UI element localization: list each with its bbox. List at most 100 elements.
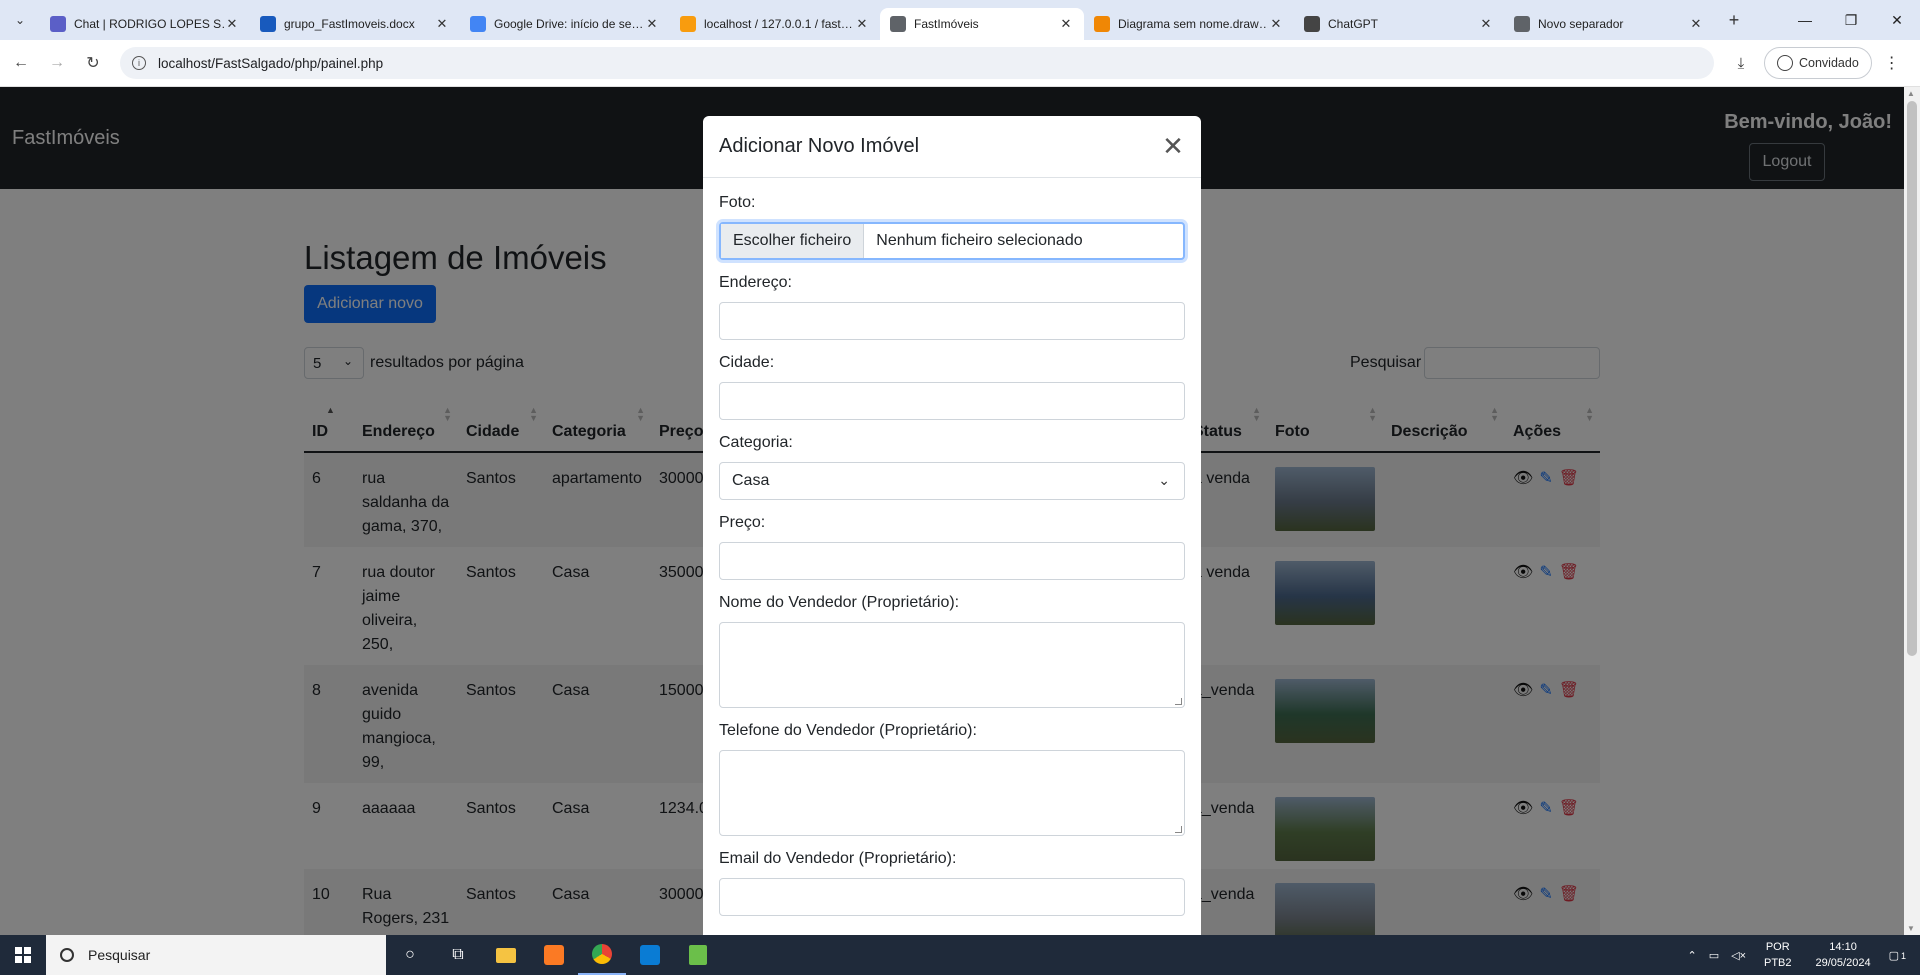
add-property-modal: Adicionar Novo Imóvel ✕ Foto: Escolher f… bbox=[703, 116, 1201, 935]
browser-tab[interactable]: FastImóveis ✕ bbox=[880, 8, 1084, 40]
categoria-select[interactable]: Casa ⌄ bbox=[719, 462, 1185, 500]
preco-group: Preço: bbox=[719, 514, 1185, 580]
drawio-icon bbox=[1094, 16, 1110, 32]
profile-icon bbox=[1777, 55, 1793, 71]
scrollbar-thumb[interactable] bbox=[1907, 101, 1917, 656]
modal-title: Adicionar Novo Imóvel bbox=[719, 135, 920, 157]
scroll-up-icon[interactable]: ▲ bbox=[1907, 89, 1915, 98]
address-bar[interactable]: i localhost/FastSalgado/php/painel.php bbox=[120, 47, 1714, 79]
browser-tab[interactable]: Novo separador ✕ bbox=[1504, 8, 1714, 40]
vendedor-email-label: Email do Vendedor (Proprietário): bbox=[719, 850, 957, 867]
minimize-icon[interactable]: — bbox=[1782, 0, 1828, 40]
categoria-value: Casa bbox=[732, 472, 770, 489]
globe-icon bbox=[890, 16, 906, 32]
profile-button[interactable]: Convidado bbox=[1764, 47, 1872, 79]
modal-header: Adicionar Novo Imóvel ✕ bbox=[703, 116, 1201, 178]
browser-toolbar: ← → ↻ i localhost/FastSalgado/php/painel… bbox=[0, 40, 1920, 87]
endereco-label: Endereço: bbox=[719, 274, 792, 291]
tab-title: grupo_FastImoveis.docx bbox=[284, 17, 415, 31]
foto-label: Foto: bbox=[719, 194, 756, 211]
vendedor-email-group: Email do Vendedor (Proprietário): bbox=[719, 850, 1185, 916]
new-tab-button[interactable]: + bbox=[1720, 6, 1748, 34]
taskbar-search[interactable]: Pesquisar bbox=[46, 935, 386, 975]
taskbar-search-placeholder: Pesquisar bbox=[88, 947, 151, 963]
tab-close-icon[interactable]: ✕ bbox=[1268, 16, 1284, 32]
site-info-icon[interactable]: i bbox=[132, 56, 146, 70]
tab-close-icon[interactable]: ✕ bbox=[224, 16, 240, 32]
vendedor-nome-textarea[interactable] bbox=[719, 622, 1185, 708]
vendedor-tel-label: Telefone do Vendedor (Proprietário): bbox=[719, 722, 977, 739]
browser-tab-strip: ⌄ Chat | RODRIGO LOPES S… ✕ grupo_FastImov… bbox=[0, 0, 1920, 40]
restore-icon[interactable]: ❐ bbox=[1828, 0, 1874, 40]
tab-close-icon[interactable]: ✕ bbox=[644, 16, 660, 32]
lang-bottom: PTB2 bbox=[1764, 957, 1792, 969]
browser-tab[interactable]: Diagrama sem nome.draw… ✕ bbox=[1084, 8, 1294, 40]
globe-icon bbox=[1514, 16, 1530, 32]
chrome-icon[interactable] bbox=[578, 935, 626, 975]
system-tray: ⌃ ▭ ◁× POR PTB2 14:10 29/05/2024 ▢ 1 bbox=[1681, 935, 1920, 975]
browser-tab[interactable]: Chat | RODRIGO LOPES S… ✕ bbox=[40, 8, 250, 40]
windows-taskbar: Pesquisar ○ ⧉ ⌃ ▭ ◁× POR PTB2 14:10 29/0… bbox=[0, 935, 1920, 975]
xampp-icon[interactable] bbox=[530, 935, 578, 975]
foto-group: Foto: Escolher ficheiro Nenhum ficheiro … bbox=[719, 194, 1185, 260]
tab-close-icon[interactable]: ✕ bbox=[1058, 16, 1074, 32]
network-icon[interactable]: ▭ bbox=[1709, 949, 1719, 962]
tab-title: localhost / 127.0.0.1 / fast… bbox=[704, 17, 853, 31]
tab-close-icon[interactable]: ✕ bbox=[1688, 16, 1704, 32]
lang-top: POR bbox=[1765, 941, 1790, 953]
search-icon bbox=[60, 948, 74, 962]
chatgpt-icon bbox=[1304, 16, 1320, 32]
tab-close-icon[interactable]: ✕ bbox=[854, 16, 870, 32]
cidade-input[interactable] bbox=[719, 382, 1185, 420]
cidade-label: Cidade: bbox=[719, 354, 775, 371]
chevron-down-icon: ⌄ bbox=[1158, 472, 1170, 488]
notification-icon[interactable]: ▢ 1 bbox=[1889, 949, 1906, 962]
scroll-down-icon[interactable]: ▼ bbox=[1907, 924, 1915, 933]
tab-close-icon[interactable]: ✕ bbox=[434, 16, 450, 32]
page-viewport: FastImóveis Bem-vindo, João! Logout List… bbox=[0, 87, 1904, 935]
word-icon bbox=[260, 16, 276, 32]
preco-input[interactable] bbox=[719, 542, 1185, 580]
page-scrollbar[interactable]: ▲ ▼ bbox=[1904, 87, 1920, 935]
file-explorer-icon[interactable] bbox=[482, 935, 530, 975]
teams-icon bbox=[50, 16, 66, 32]
back-icon[interactable]: ← bbox=[6, 48, 36, 78]
vendedor-tel-textarea[interactable] bbox=[719, 750, 1185, 836]
tab-title: Diagrama sem nome.draw… bbox=[1118, 17, 1268, 31]
modal-body: Foto: Escolher ficheiro Nenhum ficheiro … bbox=[703, 178, 1201, 935]
tab-title: Google Drive: início de se… bbox=[494, 17, 644, 31]
download-icon[interactable]: ⤓ bbox=[1726, 48, 1756, 78]
chevron-up-icon[interactable]: ⌃ bbox=[1687, 949, 1696, 962]
notepad-icon[interactable] bbox=[674, 935, 722, 975]
notification-count: 1 bbox=[1900, 950, 1906, 961]
google-icon bbox=[470, 16, 486, 32]
task-view-icon[interactable]: ⧉ bbox=[434, 935, 482, 975]
cidade-group: Cidade: bbox=[719, 354, 1185, 420]
windows-start-icon[interactable] bbox=[0, 935, 46, 975]
vscode-icon[interactable] bbox=[626, 935, 674, 975]
clock-time: 14:10 bbox=[1829, 941, 1857, 953]
tab-title: ChatGPT bbox=[1328, 17, 1379, 31]
choose-file-button[interactable]: Escolher ficheiro bbox=[721, 224, 865, 258]
tab-title: FastImóveis bbox=[914, 17, 979, 31]
language-indicator[interactable]: POR PTB2 bbox=[1764, 939, 1792, 971]
vendedor-email-input[interactable] bbox=[719, 878, 1185, 916]
menu-kebab-icon[interactable]: ⋮ bbox=[1880, 53, 1904, 73]
volume-icon[interactable]: ◁× bbox=[1731, 949, 1746, 962]
profile-label: Convidado bbox=[1799, 56, 1859, 70]
browser-tab[interactable]: ChatGPT ✕ bbox=[1294, 8, 1504, 40]
tab-search-icon[interactable]: ⌄ bbox=[0, 0, 40, 40]
reload-icon[interactable]: ↻ bbox=[78, 48, 108, 78]
forward-icon[interactable]: → bbox=[42, 48, 72, 78]
browser-tab[interactable]: grupo_FastImoveis.docx ✕ bbox=[250, 8, 460, 40]
close-window-icon[interactable]: ✕ bbox=[1874, 0, 1920, 40]
browser-tab[interactable]: localhost / 127.0.0.1 / fast… ✕ bbox=[670, 8, 880, 40]
cortana-icon[interactable]: ○ bbox=[386, 935, 434, 975]
endereco-input[interactable] bbox=[719, 302, 1185, 340]
clock[interactable]: 14:10 29/05/2024 bbox=[1816, 939, 1871, 971]
tab-close-icon[interactable]: ✕ bbox=[1478, 16, 1494, 32]
preco-label: Preço: bbox=[719, 514, 766, 531]
foto-file-input[interactable]: Escolher ficheiro Nenhum ficheiro seleci… bbox=[719, 222, 1185, 260]
browser-tab[interactable]: Google Drive: início de se… ✕ bbox=[460, 8, 670, 40]
close-icon[interactable]: ✕ bbox=[1161, 131, 1185, 162]
